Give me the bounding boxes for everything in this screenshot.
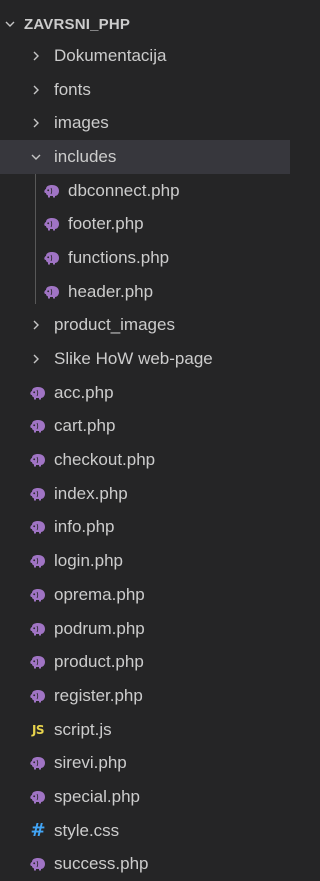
php-elephant-icon bbox=[28, 686, 48, 706]
file-label: special.php bbox=[54, 787, 140, 807]
file-explorer: ZAVRSNI_PHP Dokumentacija fonts images incl… bbox=[0, 0, 290, 838]
php-elephant-icon bbox=[28, 517, 48, 537]
file-label: checkout.php bbox=[54, 450, 155, 470]
folder-item[interactable]: includes bbox=[0, 140, 290, 174]
explorer-root-label: ZAVRSNI_PHP bbox=[24, 16, 130, 33]
file-item[interactable]: acc.php bbox=[0, 376, 290, 410]
file-item[interactable]: special.php bbox=[0, 780, 290, 814]
folder-label: product_images bbox=[54, 315, 175, 335]
file-item[interactable]: sirevi.php bbox=[0, 746, 290, 780]
file-item[interactable]: success.php bbox=[0, 848, 290, 881]
php-elephant-icon bbox=[28, 854, 48, 874]
file-tree: Dokumentacija fonts images includes dbconnec… bbox=[0, 39, 290, 881]
folder-label: includes bbox=[54, 147, 116, 167]
chevron-right-icon bbox=[30, 319, 48, 331]
file-label: podrum.php bbox=[54, 619, 145, 639]
file-label: header.php bbox=[68, 282, 153, 302]
file-item[interactable]: info.php bbox=[0, 511, 290, 545]
php-elephant-icon bbox=[42, 282, 62, 302]
php-elephant-icon bbox=[28, 383, 48, 403]
file-item[interactable]: footer.php bbox=[0, 207, 290, 241]
folder-label: fonts bbox=[54, 80, 91, 100]
file-item[interactable]: header.php bbox=[0, 275, 290, 309]
file-label: index.php bbox=[54, 484, 128, 504]
file-label: login.php bbox=[54, 551, 123, 571]
folder-item[interactable]: product_images bbox=[0, 309, 290, 343]
file-label: oprema.php bbox=[54, 585, 145, 605]
chevron-right-icon bbox=[30, 50, 48, 62]
file-item[interactable]: product.php bbox=[0, 645, 290, 679]
file-item[interactable]: JS script.js bbox=[0, 713, 290, 747]
chevron-down-icon bbox=[30, 151, 48, 163]
file-label: product.php bbox=[54, 652, 144, 672]
php-elephant-icon bbox=[28, 585, 48, 605]
folder-item[interactable]: Slike HoW web-page bbox=[0, 342, 290, 376]
php-elephant-icon bbox=[28, 652, 48, 672]
file-label: success.php bbox=[54, 854, 149, 874]
file-item[interactable]: register.php bbox=[0, 679, 290, 713]
chevron-right-icon bbox=[30, 117, 48, 129]
file-label: functions.php bbox=[68, 248, 169, 268]
php-elephant-icon bbox=[28, 619, 48, 639]
file-item[interactable]: cart.php bbox=[0, 410, 290, 444]
file-item[interactable]: dbconnect.php bbox=[0, 174, 290, 208]
file-label: register.php bbox=[54, 686, 143, 706]
chevron-right-icon bbox=[30, 353, 48, 365]
file-item[interactable]: functions.php bbox=[0, 241, 290, 275]
chevron-right-icon bbox=[30, 84, 48, 96]
php-elephant-icon bbox=[42, 214, 62, 234]
file-label: info.php bbox=[54, 517, 115, 537]
file-label: dbconnect.php bbox=[68, 181, 180, 201]
file-item[interactable]: checkout.php bbox=[0, 443, 290, 477]
folder-label: Slike HoW web-page bbox=[54, 349, 213, 369]
php-elephant-icon bbox=[28, 787, 48, 807]
php-elephant-icon bbox=[42, 248, 62, 268]
file-label: cart.php bbox=[54, 416, 115, 436]
chevron-down-icon bbox=[4, 18, 22, 30]
explorer-root-folder[interactable]: ZAVRSNI_PHP bbox=[0, 9, 290, 39]
js-file-icon: JS bbox=[28, 720, 48, 740]
php-elephant-icon bbox=[28, 753, 48, 773]
php-elephant-icon bbox=[28, 416, 48, 436]
folder-label: Dokumentacija bbox=[54, 46, 166, 66]
php-elephant-icon bbox=[28, 484, 48, 504]
php-elephant-icon bbox=[28, 450, 48, 470]
folder-label: images bbox=[54, 113, 109, 133]
file-item[interactable]: oprema.php bbox=[0, 578, 290, 612]
folder-item[interactable]: fonts bbox=[0, 73, 290, 107]
folder-item[interactable]: images bbox=[0, 106, 290, 140]
php-elephant-icon bbox=[42, 181, 62, 201]
file-item[interactable]: login.php bbox=[0, 544, 290, 578]
file-label: script.js bbox=[54, 720, 112, 740]
file-label: footer.php bbox=[68, 214, 144, 234]
file-item[interactable]: index.php bbox=[0, 477, 290, 511]
file-label: acc.php bbox=[54, 383, 114, 403]
file-item[interactable]: #style.css bbox=[0, 814, 290, 848]
folder-item[interactable]: Dokumentacija bbox=[0, 39, 290, 73]
php-elephant-icon bbox=[28, 551, 48, 571]
file-item[interactable]: podrum.php bbox=[0, 612, 290, 646]
file-label: sirevi.php bbox=[54, 753, 127, 773]
